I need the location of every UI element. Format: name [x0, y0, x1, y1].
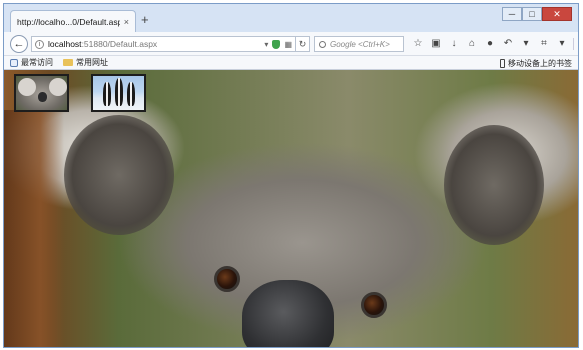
penguin	[127, 82, 135, 106]
penguin	[103, 82, 111, 106]
crop-icon[interactable]: ⌗	[535, 37, 553, 51]
new-tab-button[interactable]: +	[141, 13, 149, 26]
left-ear	[64, 115, 174, 235]
reload-icon: ↻	[298, 39, 307, 49]
star-icon[interactable]: ☆	[409, 37, 427, 51]
clipboard-icon[interactable]: ▣	[427, 37, 445, 51]
qr-code-icon[interactable]: ▦	[284, 40, 292, 49]
download-icon[interactable]: ↓	[445, 37, 463, 51]
close-tab-icon[interactable]: ×	[124, 17, 129, 27]
mobile-bookmarks-label: 移动设备上的书签	[508, 59, 572, 68]
toolbar: ☆ ▣ ↓ ⌂ ● ↶ ▾ ⌗ ▾ ≡	[409, 37, 578, 51]
bookmarks-bar: 最常访问 常用网址 移动设备上的书签	[4, 56, 578, 70]
toolbar-divider	[573, 38, 574, 50]
search-bar[interactable]: Google <Ctrl+K>	[314, 36, 404, 52]
back-arrow-icon: ←	[13, 38, 25, 50]
mobile-bookmarks[interactable]: 移动设备上的书签	[500, 58, 572, 69]
left-eye	[214, 266, 240, 292]
shield-icon[interactable]	[272, 39, 281, 49]
bookmark-common-sites[interactable]: 常用网址	[63, 57, 108, 68]
menu-icon[interactable]: ≡	[576, 37, 578, 51]
gear-icon	[10, 58, 18, 67]
right-eye	[361, 292, 387, 318]
bookmark-label: 常用网址	[76, 58, 108, 67]
koala-thumbnail[interactable]	[14, 74, 69, 112]
window-controls: ─ □ ✕	[502, 7, 572, 21]
url-host: localhost	[48, 39, 82, 49]
right-ear	[444, 125, 544, 245]
navigation-bar: ← i localhost :51880/Default.aspx ▾ ▦ ↻ …	[4, 32, 578, 56]
tab-default-aspx[interactable]: http://localho...0/Default.aspx ×	[10, 10, 136, 32]
thumb-nose	[38, 92, 47, 102]
maximize-button[interactable]: □	[522, 7, 542, 21]
thumb-ear-left	[18, 78, 36, 96]
thumb-ear-right	[49, 78, 67, 96]
bookmark-label: 最常访问	[21, 58, 53, 67]
dropdown-arrow-icon[interactable]: ▾	[264, 40, 268, 49]
tree-branch	[4, 110, 64, 347]
tab-title: http://localho...0/Default.aspx	[17, 16, 120, 27]
bookmark-most-visited[interactable]: 最常访问	[10, 57, 53, 68]
undo-icon[interactable]: ↶	[499, 37, 517, 51]
penguins-thumbnail[interactable]	[91, 74, 146, 112]
penguin	[115, 78, 123, 106]
chevron-down-icon[interactable]: ▾	[517, 37, 535, 51]
back-button[interactable]: ←	[10, 35, 28, 53]
tab-strip: http://localho...0/Default.aspx × + ─ □ …	[4, 4, 578, 32]
minimize-button[interactable]: ─	[502, 7, 522, 21]
browser-window: http://localho...0/Default.aspx × + ─ □ …	[3, 3, 579, 348]
phone-icon	[500, 59, 505, 68]
koala-nose	[242, 280, 334, 347]
reload-button[interactable]: ↻	[296, 36, 310, 52]
page-content	[4, 70, 578, 347]
address-bar[interactable]: i localhost :51880/Default.aspx ▾ ▦	[31, 36, 296, 52]
search-placeholder: Google <Ctrl+K>	[330, 39, 390, 49]
site-info-icon[interactable]: i	[35, 39, 44, 49]
home-icon[interactable]: ⌂	[463, 37, 481, 51]
close-window-button[interactable]: ✕	[542, 7, 572, 21]
search-icon	[319, 40, 326, 48]
chevron-down-icon[interactable]: ▾	[553, 37, 571, 51]
url-tools: ▾ ▦	[264, 39, 292, 49]
url-path: :51880/Default.aspx	[81, 39, 158, 49]
chat-icon[interactable]: ●	[481, 37, 499, 51]
folder-icon	[63, 59, 73, 66]
